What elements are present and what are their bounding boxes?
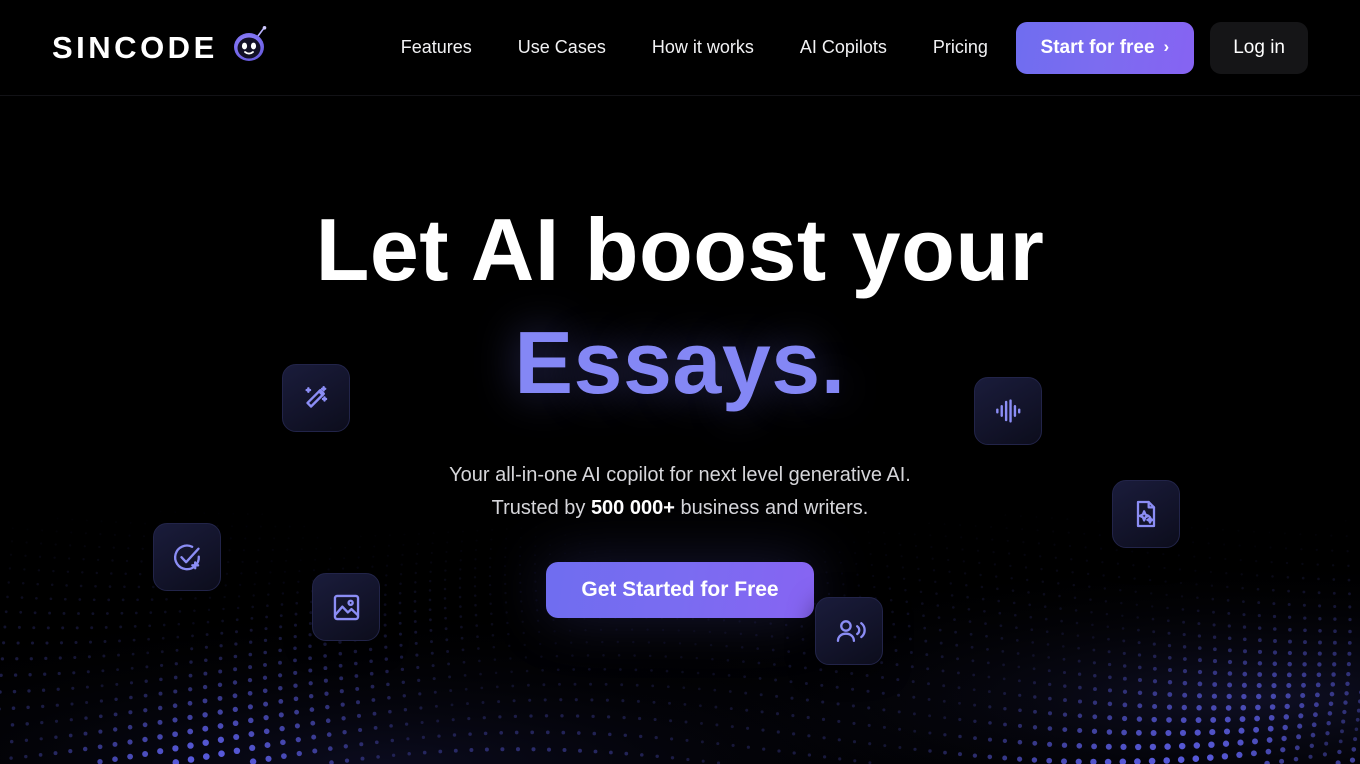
get-started-for-free-button[interactable]: Get Started for Free xyxy=(546,562,814,619)
main-navigation: Features Use Cases How it works AI Copil… xyxy=(378,29,1011,66)
brand-name: SINCODE xyxy=(52,29,218,65)
start-for-free-button[interactable]: Start for free › xyxy=(1015,21,1195,74)
nav-item-features[interactable]: Features xyxy=(378,29,495,66)
nav-item-use-cases[interactable]: Use Cases xyxy=(495,29,629,66)
hero-subtitle: Your all-in-one AI copilot for next leve… xyxy=(449,459,911,524)
feature-tile-document-sparkle[interactable] xyxy=(1112,480,1180,548)
image-icon xyxy=(330,591,363,624)
magic-wand-icon xyxy=(299,381,333,415)
landing-page: SINCODE Features Use Cases How it works … xyxy=(0,0,1360,764)
hero-subtitle-line2-suffix: business and writers. xyxy=(674,496,869,519)
hero-subtitle-line1: Your all-in-one AI copilot for next leve… xyxy=(449,464,911,487)
start-for-free-label: Start for free xyxy=(1040,36,1155,58)
audio-wave-icon xyxy=(992,395,1024,427)
header-actions: Start for free › Log in xyxy=(1015,21,1308,74)
nav-item-ai-copilots[interactable]: AI Copilots xyxy=(777,29,910,66)
hero-section: Let AI boost your Essays. Your all-in-on… xyxy=(0,96,1360,764)
nav-item-pricing[interactable]: Pricing xyxy=(910,29,1011,66)
feature-tile-check-circle-plus[interactable] xyxy=(153,523,221,591)
feature-tile-audio-wave[interactable] xyxy=(974,377,1042,445)
hero-headline-line1: Let AI boost your xyxy=(315,200,1045,299)
brand-logo[interactable]: SINCODE xyxy=(52,26,270,69)
hero-subtitle-count: 500 000+ xyxy=(590,496,675,519)
check-circle-plus-icon xyxy=(171,541,204,574)
robot-mascot-icon xyxy=(230,26,270,69)
feature-tile-person-voice[interactable] xyxy=(815,597,883,665)
person-voice-icon xyxy=(833,615,866,648)
feature-tile-magic-wand[interactable] xyxy=(282,364,350,432)
site-header: SINCODE Features Use Cases How it works … xyxy=(0,0,1360,96)
document-sparkle-icon xyxy=(1130,498,1162,530)
hero-subtitle-line2-prefix: Trusted by xyxy=(491,496,591,519)
nav-item-how-it-works[interactable]: How it works xyxy=(629,29,777,66)
hero-headline-line2: Essays. xyxy=(514,312,846,412)
chevron-right-icon: › xyxy=(1163,37,1170,56)
log-in-button[interactable]: Log in xyxy=(1210,21,1308,74)
feature-tile-image[interactable] xyxy=(312,573,380,641)
